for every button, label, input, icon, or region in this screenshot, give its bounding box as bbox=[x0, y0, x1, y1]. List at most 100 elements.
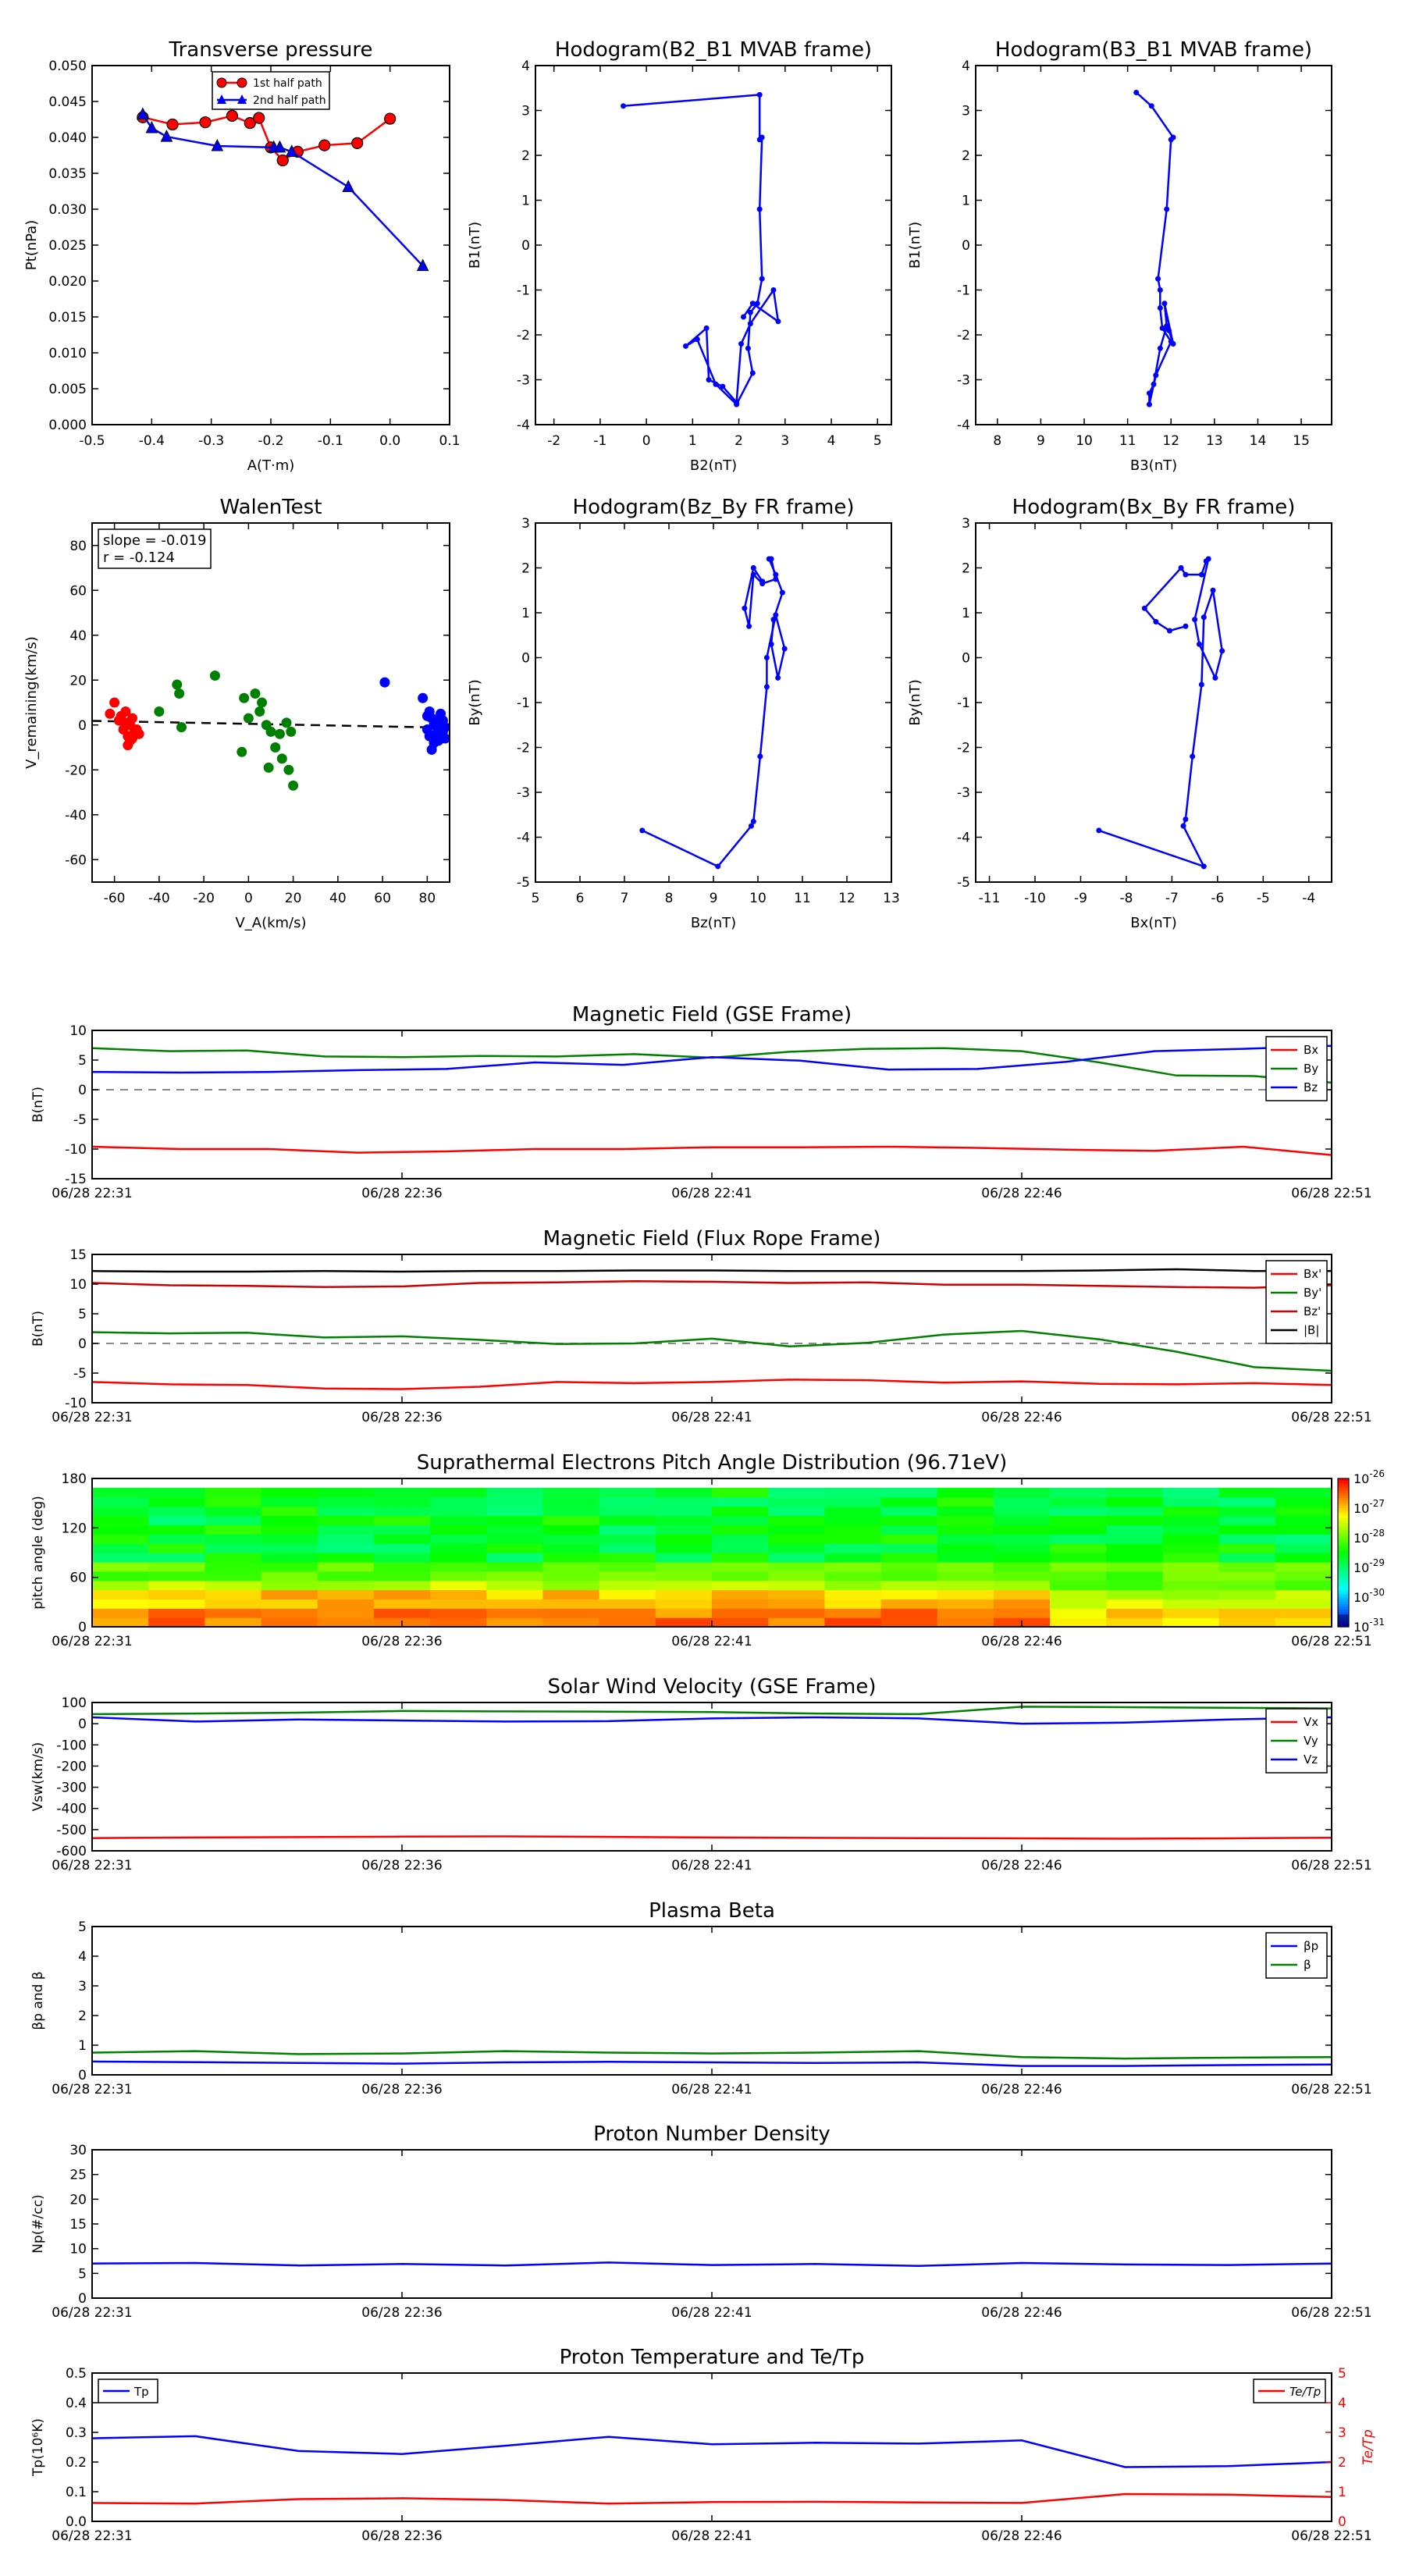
legend-label: Vy bbox=[1304, 1734, 1318, 1748]
data-point bbox=[437, 715, 448, 726]
x-tick-label: 06/28 22:41 bbox=[671, 1634, 752, 1649]
heatmap-cell bbox=[993, 1506, 1051, 1517]
y-tick-label: 0.2 bbox=[66, 2455, 87, 2471]
x-tick-label: 14 bbox=[1250, 433, 1267, 449]
y-tick-label: -5 bbox=[517, 875, 530, 891]
data-point bbox=[745, 345, 751, 351]
heatmap-cell bbox=[712, 1599, 769, 1609]
heatmap-cell bbox=[599, 1599, 656, 1609]
heatmap-cell bbox=[148, 1534, 205, 1544]
x-tick-label: 06/28 22:31 bbox=[52, 1410, 132, 1425]
data-point bbox=[1192, 617, 1198, 623]
heatmap-cell bbox=[486, 1515, 544, 1525]
annotation-text: slope = -0.019 bbox=[103, 532, 206, 549]
y-tick-label: -1 bbox=[517, 283, 530, 299]
heatmap-cell bbox=[430, 1589, 487, 1599]
heatmap-cell bbox=[373, 1553, 431, 1563]
heatmap-cell bbox=[599, 1515, 656, 1525]
series-line-By bbox=[91, 1047, 1332, 1084]
heatmap-cell bbox=[205, 1496, 262, 1507]
heatmap-cell bbox=[261, 1571, 318, 1582]
y-tick-label: 0.4 bbox=[66, 2396, 87, 2411]
heatmap-cell bbox=[937, 1515, 994, 1525]
plot-frame bbox=[535, 522, 892, 883]
data-point bbox=[379, 677, 390, 688]
data-point bbox=[1183, 817, 1189, 822]
data-point bbox=[1210, 587, 1216, 593]
legend-label: βp bbox=[1304, 1939, 1318, 1953]
panel-title: Suprathermal Electrons Pitch Angle Distr… bbox=[417, 1451, 1007, 1475]
heatmap-cell bbox=[1050, 1589, 1107, 1599]
data-point bbox=[749, 301, 756, 307]
y-tick-label: 5 bbox=[78, 2266, 87, 2282]
x-tick-label: -0.1 bbox=[318, 433, 343, 449]
x-tick-label: -1 bbox=[593, 433, 606, 449]
heatmap-cell bbox=[486, 1534, 544, 1544]
data-point bbox=[1168, 137, 1174, 143]
heatmap-cell bbox=[655, 1571, 713, 1582]
y-axis-label: B1(nT) bbox=[467, 222, 483, 269]
x-tick-label: 06/28 22:51 bbox=[1291, 1634, 1371, 1649]
heatmap-cell bbox=[1050, 1561, 1107, 1572]
heatmap-cell bbox=[1106, 1534, 1164, 1544]
data-point bbox=[226, 109, 238, 122]
heatmap-cell bbox=[993, 1525, 1051, 1535]
data-point bbox=[250, 688, 261, 699]
heatmap-cell bbox=[486, 1487, 544, 1498]
x-axis-label: Bx(nT) bbox=[1130, 915, 1176, 931]
heatmap-cell bbox=[430, 1608, 487, 1618]
colorbar-label: 10-29 bbox=[1353, 1557, 1385, 1575]
heatmap-cell bbox=[1050, 1580, 1107, 1591]
heatmap-cell bbox=[655, 1617, 713, 1628]
heatmap-cell bbox=[1275, 1553, 1332, 1563]
data-point bbox=[775, 318, 781, 325]
series-line-1 bbox=[141, 113, 424, 267]
heatmap-cell bbox=[92, 1608, 149, 1618]
heatmap-cell bbox=[768, 1580, 825, 1591]
y2-tick-label: 5 bbox=[1338, 2366, 1346, 2382]
y-tick-label: 1 bbox=[521, 606, 530, 621]
data-point bbox=[160, 129, 173, 142]
heatmap-cell bbox=[1275, 1617, 1332, 1628]
data-point bbox=[263, 762, 274, 773]
heatmap-cell bbox=[768, 1487, 825, 1498]
heatmap-cell bbox=[205, 1534, 262, 1544]
data-point bbox=[281, 717, 292, 728]
y-tick-label: -10 bbox=[65, 1142, 87, 1158]
data-point bbox=[176, 722, 187, 733]
y-tick-label: -4 bbox=[517, 831, 530, 846]
heatmap-cell bbox=[261, 1496, 318, 1507]
heatmap-cell bbox=[824, 1496, 882, 1507]
heatmap-cell bbox=[148, 1496, 205, 1507]
data-point bbox=[759, 134, 765, 141]
data-point bbox=[239, 692, 250, 703]
heatmap-cell bbox=[1218, 1599, 1276, 1609]
y-tick-label: 60 bbox=[69, 583, 87, 599]
data-point bbox=[768, 556, 774, 562]
heatmap-cell bbox=[1106, 1608, 1164, 1618]
x-tick-label: 3 bbox=[781, 433, 789, 449]
heatmap-cell bbox=[430, 1487, 487, 1498]
heatmap-cell bbox=[1162, 1580, 1220, 1591]
heatmap-cell bbox=[1106, 1525, 1164, 1535]
y-tick-label: 0.040 bbox=[48, 130, 87, 146]
y-tick-label: 180 bbox=[62, 1471, 87, 1487]
y-axis-label: B1(nT) bbox=[907, 222, 923, 269]
y-tick-label: 10 bbox=[69, 1277, 87, 1293]
heatmap-cell bbox=[712, 1617, 769, 1628]
heatmap-cell bbox=[205, 1571, 262, 1582]
heatmap-cell bbox=[993, 1543, 1051, 1553]
x-tick-label: 06/28 22:51 bbox=[1291, 2528, 1371, 2544]
x-tick-label: 0 bbox=[642, 433, 651, 449]
heatmap-cell bbox=[1162, 1617, 1220, 1628]
heatmap-cell bbox=[1218, 1525, 1276, 1535]
heatmap-cell bbox=[92, 1506, 149, 1517]
heatmap-cell bbox=[486, 1617, 544, 1628]
heatmap-cell bbox=[1050, 1543, 1107, 1553]
series-line-0 bbox=[1135, 91, 1175, 405]
heatmap-cell bbox=[486, 1543, 544, 1553]
heatmap-cell bbox=[373, 1506, 431, 1517]
data-point bbox=[1219, 648, 1225, 654]
heatmap-cell bbox=[1275, 1543, 1332, 1553]
ts-panel-3: Solar Wind Velocity (GSE Frame) 06/28 22:… bbox=[30, 1675, 1372, 1873]
